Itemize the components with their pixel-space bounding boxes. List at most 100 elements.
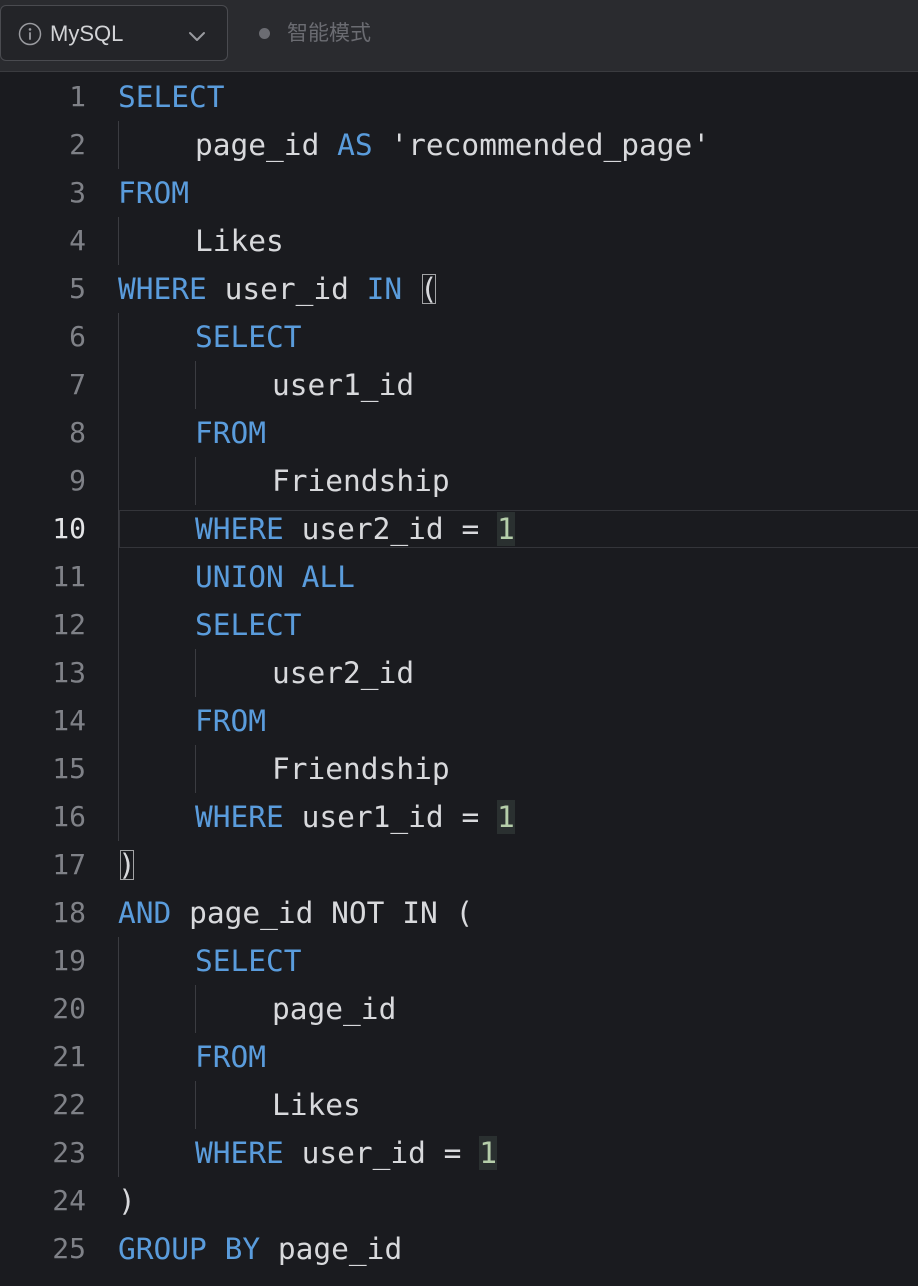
token-ident: user2_id [301,512,444,546]
line-number: 20 [52,992,86,1025]
code-line[interactable]: 6 SELECT [0,313,918,361]
token-string: 'recommended_page' [390,128,711,162]
indent-guide [118,1081,119,1129]
indent-guide [195,1081,196,1129]
line-number: 25 [52,1232,86,1265]
code-text: WHERE user_id IN ( [118,265,438,313]
smart-mode-toggle[interactable]: 智能模式 [287,19,371,47]
code-line[interactable]: 3 FROM [0,169,918,217]
indent-guide [195,745,196,793]
token-ident: user1_id [301,800,444,834]
code-line[interactable]: 17) [0,841,918,889]
language-select-value: MySQL [50,21,124,46]
token-ident: Friendship [272,752,450,786]
indent-guide [195,985,196,1033]
token-ident: IN [402,896,438,930]
code-text: page_id [272,985,396,1033]
line-number: 19 [52,944,86,977]
token-ident: page_id [277,1232,403,1266]
code-line[interactable]: 4 Likes [0,217,918,265]
code-line[interactable]: 19 SELECT [0,937,918,985]
token-keyword: BY [224,1232,261,1266]
token-ident: user_id [224,272,349,306]
code-text: Friendship [272,457,450,505]
line-number: 22 [52,1088,86,1121]
code-line[interactable]: 7 user1_id [0,361,918,409]
code-text: user1_id [272,361,414,409]
line-number: 16 [52,800,86,833]
code-text: SELECT [195,601,302,649]
token-keyword: AS [337,128,373,162]
code-text: FROM [118,169,189,217]
line-number: 9 [69,464,86,497]
line-number: 13 [52,656,86,689]
code-line[interactable]: 13 user2_id [0,649,918,697]
code-line[interactable]: 22 Likes [0,1081,918,1129]
indent-guide [118,313,119,361]
code-line[interactable]: 21 FROM [0,1033,918,1081]
code-line[interactable]: 8 FROM [0,409,918,457]
code-line[interactable]: 12 SELECT [0,601,918,649]
code-text: SELECT [195,313,302,361]
code-line[interactable]: 18 AND page_id NOT IN ( [0,889,918,937]
code-line[interactable]: 24) [0,1177,918,1225]
language-select[interactable]: MySQL [0,5,228,61]
indent-guide [118,121,119,169]
code-text: GROUP BY page_id [118,1225,402,1273]
line-number: 11 [52,560,86,593]
token-ident: user1_id [272,368,415,402]
token-keyword: SELECT [195,608,302,642]
code-line[interactable]: 2 page_id AS 'recommended_page' [0,121,918,169]
code-line[interactable]: 14 FROM [0,697,918,745]
code-text: ) [118,1177,136,1225]
line-number: 12 [52,608,86,641]
token-punct: = [443,1136,462,1170]
code-line[interactable]: 5 WHERE user_id IN ( [0,265,918,313]
token-ident: user_id [301,1136,426,1170]
token-keyword: AND [118,896,172,930]
code-line[interactable]: 16 WHERE user1_id = 1 [0,793,918,841]
code-line[interactable]: 20 page_id [0,985,918,1033]
token-ident: Likes [195,224,284,258]
token-ident: Likes [272,1088,361,1122]
indent-guide [118,793,119,841]
indent-guide [118,649,119,697]
token-keyword: FROM [195,704,267,738]
code-text: user2_id [272,649,414,697]
line-number: 4 [69,224,86,257]
code-text: ) [118,841,136,889]
line-number: 2 [69,128,86,161]
mode-status-dot [259,28,270,39]
code-text: Likes [195,217,284,265]
code-editor[interactable]: 1 SELECT 2 page_id AS 'recommended_page' 3 FR… [0,73,918,1286]
code-line[interactable]: 1 SELECT [0,73,918,121]
token-keyword: SELECT [195,320,302,354]
code-line[interactable]: 10 WHERE user2_id = 1 [0,505,918,553]
token-keyword: ALL [301,560,355,594]
code-line[interactable]: 25 GROUP BY page_id [0,1225,918,1273]
indent-guide [118,985,119,1033]
token-number: 1 [479,1136,497,1170]
token-keyword: FROM [195,416,267,450]
indent-guide [118,697,119,745]
code-line[interactable]: 23 WHERE user_id = 1 [0,1129,918,1177]
token-keyword: SELECT [118,80,225,114]
code-line[interactable]: 15 Friendship [0,745,918,793]
code-text: AND page_id NOT IN ( [118,889,473,937]
indent-guide [195,361,196,409]
code-line[interactable]: 9 Friendship [0,457,918,505]
code-text: UNION ALL [195,553,355,601]
code-line[interactable]: 11 UNION ALL [0,553,918,601]
indent-guide [118,217,119,265]
